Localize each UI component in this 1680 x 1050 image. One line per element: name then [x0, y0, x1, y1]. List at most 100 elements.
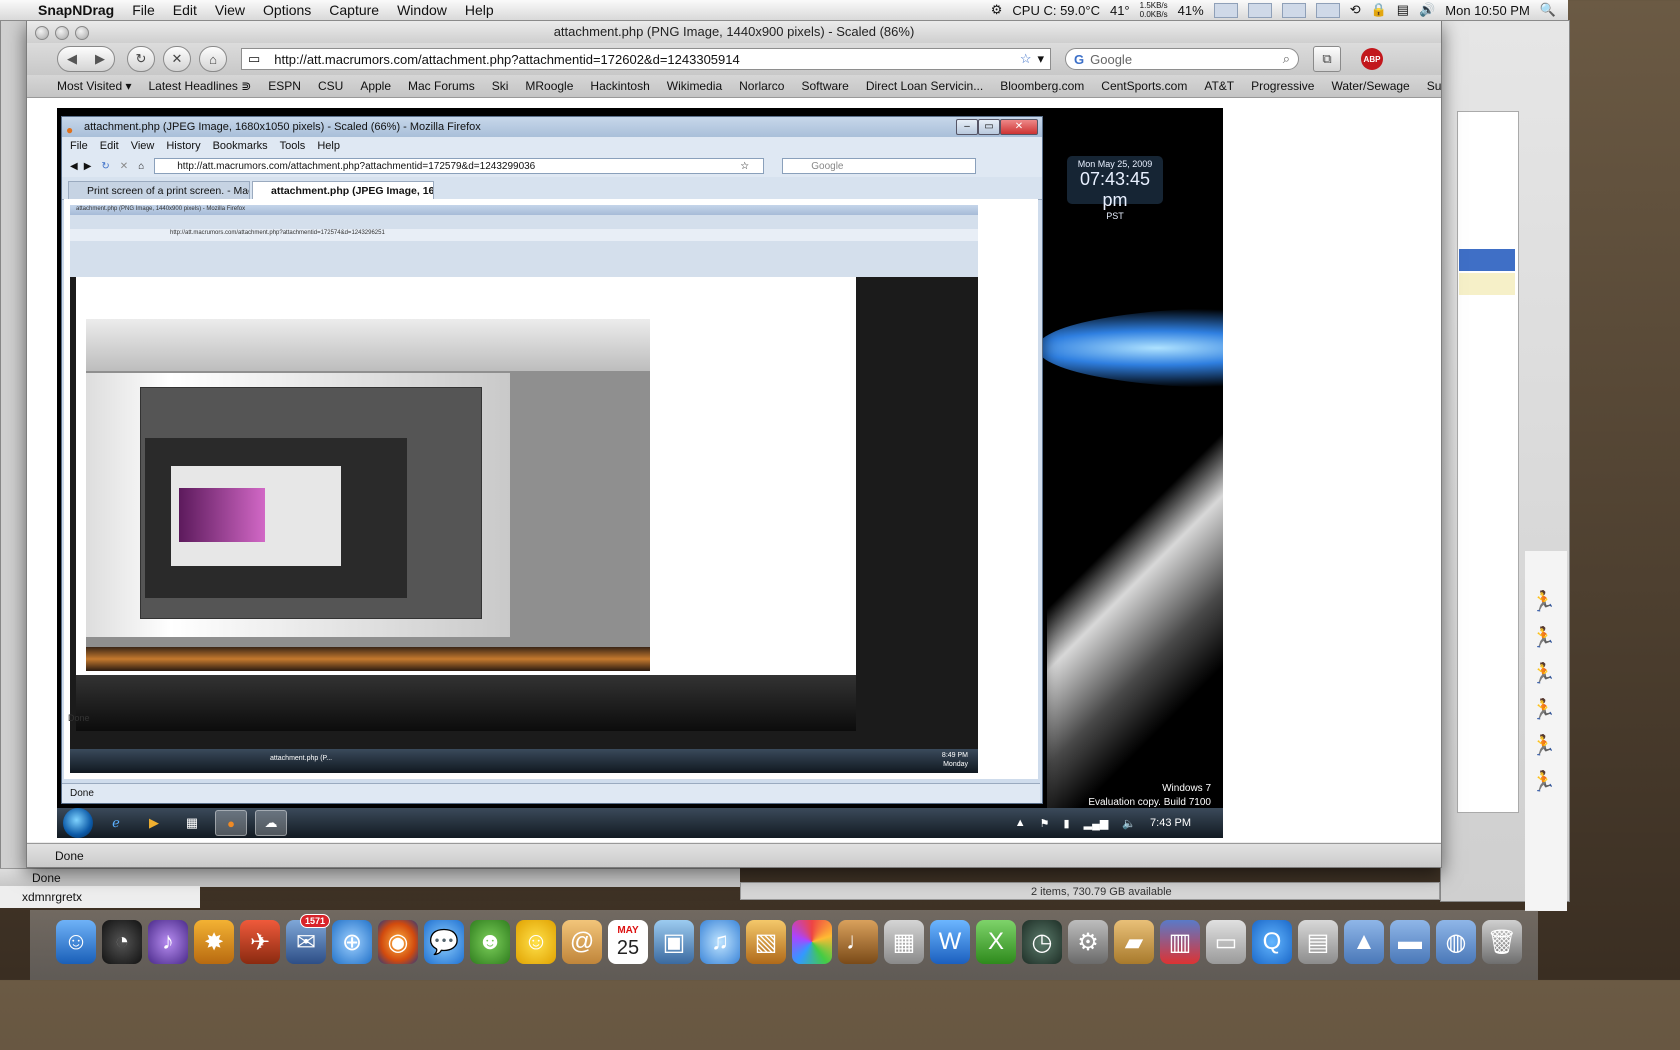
menu-window[interactable]: Window [397, 2, 447, 18]
bookmark-most-visited[interactable]: Most Visited ▾ [57, 79, 132, 93]
clock[interactable]: Mon 10:50 PM [1445, 3, 1530, 18]
maximize-icon[interactable]: ▭ [978, 119, 1000, 135]
minimize-window-button[interactable] [55, 26, 69, 40]
inner-url-text[interactable]: http://att.macrumors.com/attachment.php?… [177, 161, 740, 172]
applications-folder-icon[interactable]: ▲ [1344, 920, 1384, 964]
network-taskbar-icon[interactable]: ☁ [255, 810, 287, 836]
menu-edit[interactable]: Edit [173, 2, 197, 18]
itunes-icon[interactable]: ♫ [700, 920, 740, 964]
memory-graph-icon[interactable] [1247, 2, 1272, 18]
bookmark-water-sewage[interactable]: Water/Sewage [1331, 79, 1409, 93]
buddy-row[interactable]: xdmnrgretx [0, 886, 200, 908]
bookmark-progressive[interactable]: Progressive [1251, 79, 1314, 93]
ichat-icon[interactable]: 💬 [424, 920, 464, 964]
home-button[interactable]: ⌂ [199, 46, 227, 72]
safari-icon[interactable]: ⊕ [332, 920, 372, 964]
inner-menu-bookmarks[interactable]: Bookmarks [213, 137, 268, 155]
temperature[interactable]: 41° [1110, 3, 1130, 18]
new-window-icon[interactable]: ⧉ [1313, 46, 1341, 72]
preview-icon[interactable]: ▤ [1298, 920, 1338, 964]
documents-folder-icon[interactable]: ▬ [1390, 920, 1430, 964]
close-icon[interactable]: ✕ [1000, 119, 1038, 135]
ical-icon[interactable]: MAY 25 [608, 920, 648, 964]
reload-button[interactable]: ↻ [127, 46, 155, 72]
inner-search-box[interactable]: Google [782, 158, 977, 174]
flag-icon[interactable]: ▤ [1397, 2, 1409, 18]
inner-forward-icon[interactable]: ▶ [84, 161, 92, 172]
adblock-icon[interactable]: ABP [1361, 48, 1383, 70]
hair-dryer-icon[interactable]: ✈ [240, 920, 280, 964]
archive-icon[interactable]: ▰ [1114, 920, 1154, 964]
aim-buddy-icon[interactable]: 🏃 [1531, 771, 1556, 793]
parallels-icon[interactable]: ▥ [1160, 920, 1200, 964]
quicktime-icon[interactable]: Q [1252, 920, 1292, 964]
menu-file[interactable]: File [132, 2, 155, 18]
downloads-folder-icon[interactable]: ◍ [1436, 920, 1476, 964]
trash-icon[interactable]: 🗑 [1482, 920, 1522, 964]
film-icon[interactable]: ▦ [177, 811, 207, 835]
search-box[interactable]: G Google ⌕ [1065, 48, 1299, 70]
cpu-temp[interactable]: CPU C: 59.0°C [1012, 3, 1100, 18]
inner-menu-history[interactable]: History [166, 137, 200, 155]
volume-icon[interactable]: 🔊 [1419, 2, 1435, 18]
menu-help[interactable]: Help [465, 2, 494, 18]
inner-menu-edit[interactable]: Edit [100, 137, 119, 155]
close-window-button[interactable] [35, 26, 49, 40]
bookmark-norlarco[interactable]: Norlarco [739, 79, 784, 93]
iphoto-icon[interactable]: ▣ [654, 920, 694, 964]
bookmark-mroogle[interactable]: MRoogle [525, 79, 573, 93]
url-bar[interactable]: ▭ http://att.macrumors.com/attachment.ph… [241, 48, 1051, 70]
dashboard-icon[interactable]: ◔ [102, 920, 142, 964]
bookmark-apple[interactable]: Apple [360, 79, 391, 93]
inner-menu-help[interactable]: Help [317, 137, 340, 155]
tray-volume-icon[interactable]: 🔈 [1122, 817, 1136, 830]
minimize-icon[interactable]: – [956, 119, 978, 135]
url-text[interactable]: http://att.macrumors.com/attachment.php?… [260, 52, 1020, 67]
cpu-graph-icon[interactable] [1213, 2, 1238, 18]
buddy-name[interactable]: xdmnrgretx [0, 890, 82, 904]
bookmark-att[interactable]: AT&T [1204, 79, 1234, 93]
inner-home-icon[interactable]: ⌂ [138, 161, 144, 172]
tray-signal-icon[interactable]: ▂▄▆ [1084, 817, 1109, 830]
aim-buddy-icon[interactable]: 🏃 [1531, 663, 1556, 685]
tray-battery-icon[interactable]: ▮ [1064, 817, 1070, 830]
menu-view[interactable]: View [215, 2, 245, 18]
nested-screenshot[interactable]: attachment.php (PNG Image, 1440x900 pixe… [70, 205, 978, 773]
network-rates[interactable]: 1.5KB/s 0.0KB/s [1140, 1, 1168, 19]
forward-button[interactable]: ▶ [86, 47, 114, 71]
bookmark-star-icon[interactable]: ☆ [1020, 51, 1032, 67]
garageband-icon[interactable]: ♩ [838, 920, 878, 964]
bookmark-csu[interactable]: CSU [318, 79, 343, 93]
inner-back-icon[interactable]: ◀ [70, 161, 78, 172]
mail-stamp-icon[interactable]: ✉ 1571 [286, 914, 330, 964]
media-player-icon[interactable]: ▶ [139, 811, 169, 835]
aim-buddy-icon[interactable]: 🏃 [1531, 627, 1556, 649]
bookmark-wikimedia[interactable]: Wikimedia [667, 79, 722, 93]
tab-attachment[interactable]: attachment.php (JPEG Image, 16... [252, 181, 434, 199]
stop-button[interactable]: ✕ [163, 46, 191, 72]
url-dropdown-icon[interactable]: ▾ [1037, 51, 1044, 67]
bookmark-centsports[interactable]: CentSports.com [1101, 79, 1187, 93]
bookmark-software[interactable]: Software [801, 79, 848, 93]
system-preferences-icon[interactable]: ⚙ [1068, 920, 1108, 964]
inner-menu-view[interactable]: View [131, 137, 155, 155]
address-book-icon[interactable]: @ [562, 920, 602, 964]
gear-fire-icon[interactable]: ✸ [194, 920, 234, 964]
bookmark-espn[interactable]: ESPN [268, 79, 301, 93]
inner-bookmark-star-icon[interactable]: ☆ [740, 161, 749, 172]
inner-menu-tools[interactable]: Tools [280, 137, 306, 155]
windows7-screenshot[interactable]: Mon May 25, 2009 07:43:45 pm PST Windows… [57, 108, 1223, 838]
windows-start-button[interactable] [63, 808, 93, 838]
image-capture-icon[interactable]: ▧ [746, 920, 786, 964]
time-machine-icon[interactable]: ⟲ [1350, 2, 1361, 18]
excel-icon[interactable]: X [976, 920, 1016, 964]
app-menu[interactable]: SnapNDrag [38, 2, 114, 18]
menu-capture[interactable]: Capture [329, 2, 379, 18]
inner-reload-icon[interactable]: ↻ [101, 161, 109, 172]
tray-chevron-icon[interactable]: ▲ [1015, 817, 1026, 829]
inner-url-bar[interactable]: http://att.macrumors.com/attachment.php?… [154, 158, 765, 174]
itunes-radio-icon[interactable]: ♪ [148, 920, 188, 964]
battery-percent[interactable]: 41% [1178, 3, 1204, 18]
finder-icon[interactable]: ☺ [56, 920, 96, 964]
spaces-icon[interactable]: ▦ [884, 920, 924, 964]
